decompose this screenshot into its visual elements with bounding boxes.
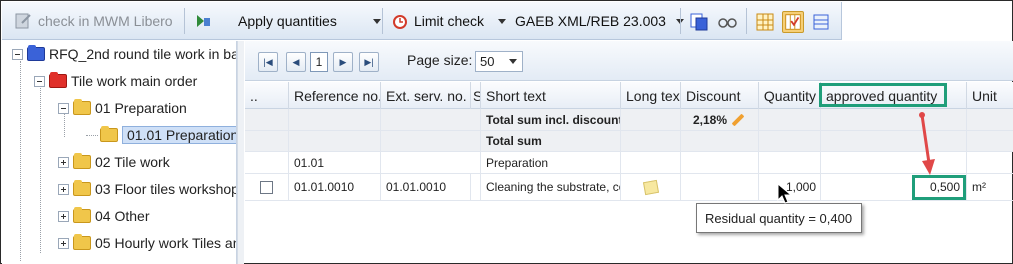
col-unit[interactable]: Unit: [967, 82, 1013, 109]
prev-page-icon: ◀: [292, 56, 300, 67]
pager-bar: |◀ ◀ 1 ▶ ▶| Page size: 50: [245, 41, 1013, 81]
row-checkbox[interactable]: [260, 180, 273, 194]
col-discount[interactable]: Discount: [681, 82, 759, 109]
approved-quantity-header-highlight: [819, 83, 947, 107]
folder-icon: [73, 99, 91, 115]
apply-quantities-button[interactable]: Apply quantities: [194, 2, 381, 40]
table-row-total-sum[interactable]: Total sum: [245, 131, 1013, 152]
columns-icon: [785, 14, 801, 30]
grid-layout-button[interactable]: [754, 11, 776, 33]
last-page-icon: ▶|: [364, 56, 374, 67]
unit-cell: m²: [972, 180, 986, 194]
tree-node-main-order[interactable]: Tile work main order: [34, 70, 197, 92]
first-page-button[interactable]: |◀: [258, 52, 278, 72]
table-copy-icon: [690, 13, 708, 31]
col-ext-serv-no[interactable]: Ext. serv. no.: [381, 82, 471, 109]
chevron-down-icon: [372, 18, 381, 24]
folder-icon: [100, 126, 118, 142]
table-row-item[interactable]: 01.01.0010 01.01.0010 Cleaning the subst…: [245, 174, 1013, 201]
table-row-preparation[interactable]: 01.01 Preparation: [245, 152, 1013, 174]
chevron-down-icon: [498, 18, 507, 24]
tree-scrollbar[interactable]: [237, 41, 244, 264]
page-size-label: Page size:: [407, 52, 473, 68]
total-sum-label: Total sum: [481, 131, 621, 151]
first-page-icon: |◀: [263, 56, 273, 67]
expand-icon[interactable]: [58, 156, 69, 168]
check-in-button[interactable]: check in MWM Libero: [14, 2, 173, 40]
folder-icon: [49, 72, 67, 88]
expand-icon[interactable]: [58, 183, 69, 195]
approved-quantity-value-highlight: [912, 175, 966, 200]
next-page-button[interactable]: ▶: [333, 52, 353, 72]
columns-button[interactable]: [782, 11, 804, 33]
position-tree: RFQ_2nd round tile work in bas Tile work…: [2, 41, 237, 264]
folder-icon: [73, 153, 91, 169]
gaeb-format-select[interactable]: GAEB XML/REB 23.003: [515, 2, 684, 40]
page-size-select[interactable]: 50: [475, 51, 523, 72]
page-number[interactable]: 1: [310, 52, 328, 72]
col-reference-no[interactable]: Reference no.: [289, 82, 381, 109]
tree-node-01-01-preparation[interactable]: 01.01 Preparation: [86, 124, 236, 146]
short-text-cell: Cleaning the substrate, co: [481, 174, 621, 200]
arrow-icon: [919, 112, 935, 175]
export-table-icon: [813, 14, 829, 30]
short-text-cell: Preparation: [481, 152, 621, 173]
alarm-clock-icon: [393, 15, 407, 29]
row-select-cell[interactable]: [245, 174, 289, 200]
total-incl-discount-label: Total sum incl. discount: [481, 109, 621, 130]
folder-icon: [27, 45, 45, 61]
prev-page-button[interactable]: ◀: [286, 52, 306, 72]
window: check in MWM Libero Apply quantities Lim…: [0, 0, 1013, 264]
view-button[interactable]: [716, 11, 738, 33]
export-button[interactable]: [810, 11, 832, 33]
ext-serv-cell: 01.01.0010: [381, 174, 471, 200]
col-s[interactable]: S: [471, 82, 481, 109]
folder-icon: [73, 207, 91, 223]
toolbar: check in MWM Libero Apply quantities Lim…: [2, 2, 842, 40]
col-short-text[interactable]: Short text: [481, 82, 621, 109]
expand-icon[interactable]: [58, 210, 69, 222]
note-icon[interactable]: [642, 179, 659, 195]
check-in-icon: [15, 13, 31, 29]
expand-icon[interactable]: [58, 237, 69, 249]
pencil-icon[interactable]: [731, 113, 745, 126]
discount-value[interactable]: 2,18%: [681, 109, 759, 130]
grid-copy-button[interactable]: [688, 11, 710, 33]
tree-node-05-hourly-work[interactable]: 05 Hourly work Tiles an: [58, 232, 236, 254]
collapse-icon[interactable]: [34, 75, 45, 87]
col-select[interactable]: ..: [245, 82, 289, 109]
apply-quantities-icon: [197, 15, 210, 27]
residual-quantity-tooltip: Residual quantity = 0,400: [696, 203, 862, 233]
col-long-text[interactable]: Long tex: [621, 82, 681, 109]
collapse-icon[interactable]: [58, 102, 69, 114]
tree-node-01-preparation[interactable]: 01 Preparation: [58, 97, 187, 119]
chevron-down-icon: [509, 59, 517, 64]
tree-node-02-tile-work[interactable]: 02 Tile work: [58, 151, 170, 173]
tree-node-04-other[interactable]: 04 Other: [58, 205, 149, 227]
ref-cell: 01.01.0010: [289, 174, 381, 200]
table-row-total-incl-discount[interactable]: Total sum incl. discount 2,18%: [245, 109, 1013, 131]
col-quantity[interactable]: Quantity: [759, 82, 821, 109]
long-text-cell[interactable]: [621, 174, 681, 200]
mouse-cursor-icon: [777, 183, 793, 204]
folder-icon: [73, 234, 91, 250]
tree-node-rfq[interactable]: RFQ_2nd round tile work in bas: [12, 43, 236, 65]
folder-icon: [73, 180, 91, 196]
collapse-icon[interactable]: [12, 48, 23, 60]
limit-check-button[interactable]: Limit check: [391, 2, 507, 40]
glasses-icon: [718, 18, 737, 28]
grid-icon: [756, 13, 774, 31]
next-page-icon: ▶: [339, 56, 347, 67]
last-page-button[interactable]: ▶|: [359, 52, 379, 72]
ref-cell: 01.01: [289, 152, 381, 173]
tree-node-03-floor-tiles[interactable]: 03 Floor tiles workshop: [58, 178, 236, 200]
